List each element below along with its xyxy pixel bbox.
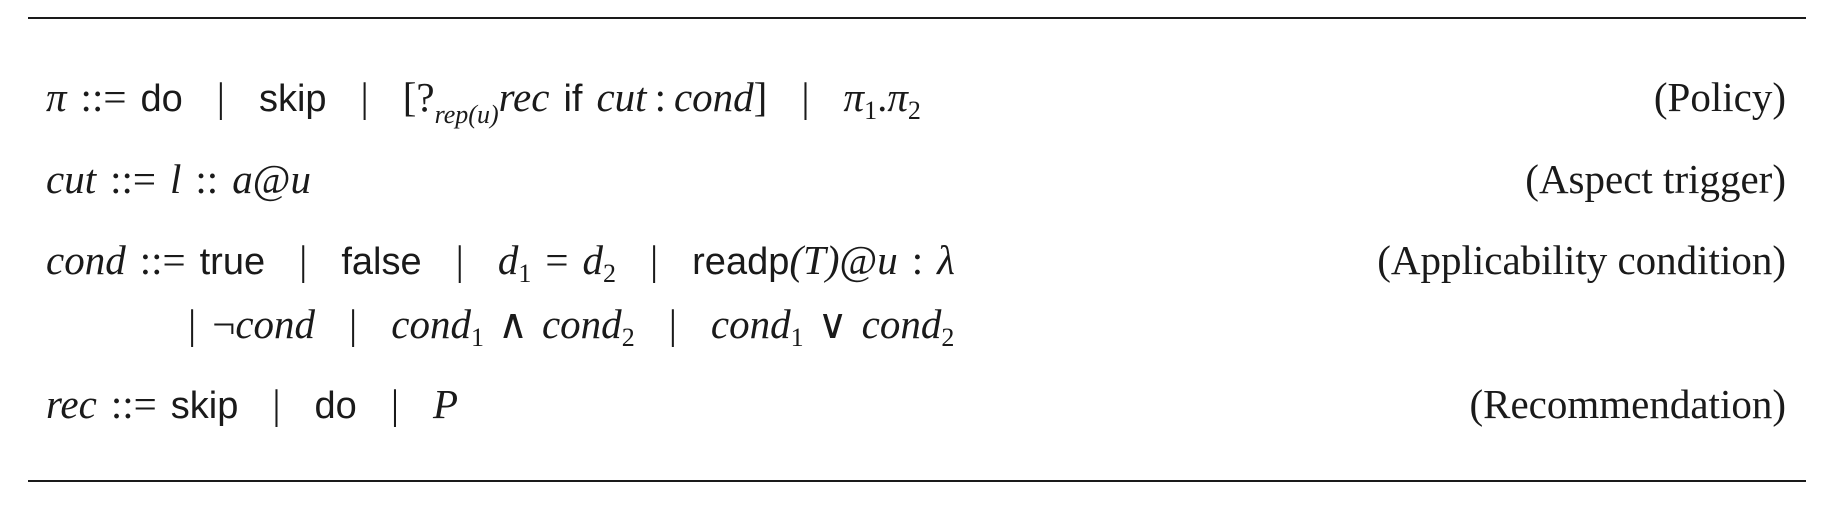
cond-def-symbol: ::= [139,237,186,283]
cond-d2-subscript: 2 [602,259,616,288]
rec-do: do [314,385,357,427]
policy-lhs: π [46,74,67,120]
cond-d1: d [497,237,519,283]
cond-or-right-subscript: 2 [941,323,955,352]
policy-seq-right: π [887,74,908,120]
alt-separator: | [390,381,400,427]
cut-def-symbol: ::= [110,156,156,202]
grammar-row-policy: π::= do | skip | [?rep(u)rec if cut: cond] | π1.π2… [46,70,1786,128]
rec-skip: skip [170,385,239,427]
cond-negation: ¬ [212,301,236,347]
cond-or-left-subscript: 1 [790,323,804,352]
cond-lhs: cond [46,237,126,283]
policy-rec: rec [498,74,550,120]
policy-def-symbol: ::= [80,74,127,120]
cond-or-symbol: ∨ [817,301,848,347]
cond-and-left-subscript: 1 [470,323,484,352]
policy-bracket-close: ] [753,74,768,120]
alt-separator: | [299,237,308,283]
alt-separator: | [360,74,369,120]
aspect-trigger-label: (Aspect trigger) [1525,156,1786,202]
policy-rep-subscript: rep(u) [434,100,499,129]
cut-at-symbol: @ [252,156,291,202]
cond-user-var: u [877,237,898,283]
cond-readp: readp [692,241,790,283]
grammar-row-applicability-condition-continued: | ¬cond | cond1 ∧ cond2 | cond1 ∨ cond2 [188,297,1822,351]
cond-lambda: λ [937,237,955,283]
cond-true: true [199,241,266,283]
recommendation-label: (Recommendation) [1469,381,1786,427]
policy-cut: cut [596,74,647,120]
policy-alt-do: do [140,78,183,120]
cut-action-var: a [232,156,253,202]
policy-colon: : [654,74,666,120]
cond-and-right: cond [541,301,622,347]
cond-at-symbol: @ [839,237,878,283]
rec-def-symbol: ::= [110,381,157,427]
rec-policy-var: P [433,381,459,427]
cond-d1-subscript: 1 [518,259,532,288]
alt-separator: | [216,74,225,120]
alt-separator: | [349,301,358,347]
policy-label: (Policy) [1653,74,1786,120]
cond-equals: = [545,237,569,283]
bottom-rule [28,480,1806,482]
grammar-row-aspect-trigger: cut::= l:: a@u (Aspect trigger) [46,152,1786,206]
rec-lhs: rec [46,381,97,427]
cond-and-symbol: ∧ [497,301,528,347]
policy-seq-dot: . [877,74,888,120]
cut-lhs: cut [46,156,97,202]
cond-or-left: cond [710,301,791,347]
cond-or-right: cond [861,301,942,347]
alt-separator: | [455,237,464,283]
grammar-row-recommendation: rec::= skip | do | P (Recommendation) [46,377,1786,431]
policy-alt-skip: skip [258,78,327,120]
alt-separator: | [801,74,810,120]
cond-d2: d [582,237,603,283]
applicability-condition-label: (Applicability condition) [1377,237,1786,283]
alt-separator: | [272,381,281,427]
grammar-row-applicability-condition: cond::= true | false | d1 = d2 | readp(T)@u: λ (Ap… [46,233,1786,287]
cond-false: false [341,241,422,283]
policy-bracket-open: [? [402,74,435,120]
cond-and-right-subscript: 2 [621,323,635,352]
cond-negated-cond: cond [235,301,316,347]
policy-seq-right-subscript: 2 [907,96,921,125]
policy-cond: cond [673,74,754,120]
cond-readp-arg: (T) [789,237,840,283]
cond-and-left: cond [391,301,471,347]
top-rule [28,17,1806,19]
policy-seq-left: π [843,74,865,120]
policy-seq-left-subscript: 1 [864,96,878,125]
alt-separator: | [668,301,677,347]
cut-user-var: u [290,156,311,202]
cond-colon: : [911,237,924,283]
alt-separator: | [649,237,659,283]
policy-if-keyword: if [563,78,583,120]
cut-label-var: l [170,156,182,202]
cut-double-colon: :: [195,156,219,202]
alt-separator: | [188,301,197,347]
